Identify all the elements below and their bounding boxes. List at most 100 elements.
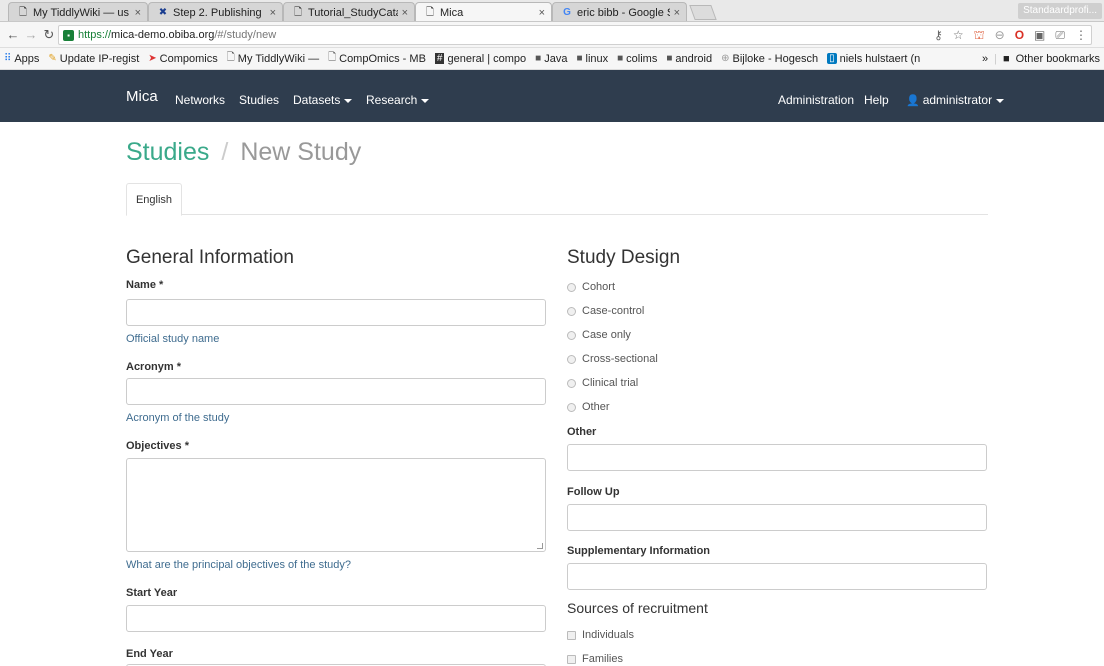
breadcrumb-studies-link[interactable]: Studies — [126, 138, 209, 166]
reload-icon[interactable]: ↻ — [40, 27, 58, 43]
nav-help[interactable]: Help — [864, 93, 889, 107]
page-icon: 🗋 — [425, 7, 435, 18]
bookmark-item[interactable]: 🗋 CompOmics - MB — [328, 50, 426, 67]
back-arrow-icon[interactable]: ← — [4, 27, 22, 42]
bookmark-item[interactable]: ➤ Compomics — [148, 53, 217, 65]
caret-down-icon — [344, 98, 353, 103]
radio-clinical-trial[interactable]: Clinical trial — [567, 377, 638, 389]
close-icon[interactable]: × — [135, 7, 141, 19]
brand-logo[interactable]: Mica — [126, 88, 158, 105]
radio-button[interactable] — [567, 378, 576, 388]
option-label: Cohort — [582, 281, 616, 293]
star-icon[interactable]: ☆ — [953, 28, 964, 44]
nav-research[interactable]: Research — [366, 93, 430, 107]
resize-handle-icon[interactable] — [537, 543, 543, 549]
radio-button[interactable] — [567, 282, 576, 292]
supplementary-information-input[interactable] — [567, 563, 987, 590]
bookmark-item[interactable]: # general | compo — [434, 53, 526, 65]
folder-icon: ■ — [666, 53, 673, 64]
profile-button[interactable]: Standaardprofi... — [1018, 3, 1102, 19]
user-menu[interactable]: 👤 administrator — [906, 93, 1005, 107]
bookmark-label: Bijloke - Hogesch — [732, 52, 819, 65]
bookmark-item[interactable]: ⊕ Bijloke - Hogesch — [721, 53, 818, 65]
opera-icon[interactable]: O — [1015, 28, 1024, 44]
cast-icon[interactable]: ⎚ — [1055, 28, 1065, 44]
radio-button[interactable] — [567, 402, 576, 412]
checkbox[interactable] — [567, 630, 576, 640]
bookmark-item[interactable]: ✎ Update IP-regist — [48, 53, 139, 65]
browser-tab-active[interactable]: 🗋 Mica × — [415, 2, 552, 21]
bookmark-item[interactable]: 🗋 My TiddlyWiki — — [227, 50, 319, 67]
other-input[interactable] — [567, 444, 987, 471]
close-icon[interactable]: × — [402, 7, 408, 19]
radio-case-control[interactable]: Case-control — [567, 305, 644, 317]
address-bar[interactable]: ▪ https://mica-demo.obiba.org/#/study/ne… — [58, 25, 1092, 45]
radio-cross-sectional[interactable]: Cross-sectional — [567, 353, 658, 365]
acronym-help-text: Acronym of the study — [126, 412, 230, 424]
name-input[interactable] — [126, 299, 546, 326]
language-tabs: English — [126, 183, 988, 216]
url-path: /#/study/new — [214, 29, 277, 41]
checkbox-families[interactable]: Families — [567, 653, 623, 665]
option-label: Individuals — [582, 629, 634, 641]
start-year-input[interactable] — [126, 605, 546, 632]
other-bookmarks-button[interactable]: Other bookmarks — [1016, 53, 1100, 65]
nav-networks[interactable]: Networks — [175, 93, 225, 107]
bookmark-folder[interactable]: ■ Java — [535, 53, 567, 65]
tab-title: My TiddlyWiki — us — [33, 6, 129, 19]
nav-datasets[interactable]: Datasets — [293, 93, 353, 107]
browser-tab[interactable]: G eric bibb - Google S × — [552, 2, 687, 21]
nav-datasets-label: Datasets — [293, 93, 341, 107]
close-icon[interactable]: × — [539, 7, 545, 19]
radio-button[interactable] — [567, 354, 576, 364]
url-text: https://mica-demo.obiba.org/#/study/new — [78, 29, 276, 41]
close-icon[interactable]: × — [270, 7, 276, 19]
bookmark-item[interactable]: ▯ niels hulstaert (n — [827, 53, 920, 65]
url-scheme: https:// — [78, 29, 112, 41]
tab-title: eric bibb - Google S — [577, 6, 670, 19]
new-tab-button[interactable] — [689, 5, 717, 20]
forward-arrow-icon[interactable]: → — [22, 27, 40, 42]
bookmark-label: Compomics — [159, 52, 218, 65]
bookmark-label: colims — [626, 52, 658, 65]
objectives-textarea[interactable] — [126, 458, 546, 552]
checkbox-individuals[interactable]: Individuals — [567, 629, 634, 641]
nav-studies[interactable]: Studies — [239, 93, 279, 107]
objectives-label: Objectives * — [126, 440, 189, 452]
radio-case-only[interactable]: Case only — [567, 329, 631, 341]
key-icon[interactable]: ⚷ — [934, 28, 943, 44]
caret-down-icon — [996, 98, 1005, 103]
browser-tab[interactable]: 🗋 Tutorial_StudyCata × — [283, 2, 415, 21]
follow-up-input[interactable] — [567, 504, 987, 531]
radio-cohort[interactable]: Cohort — [567, 281, 615, 293]
option-label: Cross-sectional — [582, 353, 658, 365]
acronym-input[interactable] — [126, 378, 546, 405]
page-icon: 🗋 — [328, 52, 337, 63]
bookmark-folder[interactable]: ■ android — [666, 53, 712, 65]
user-name: administrator — [922, 93, 993, 107]
radio-button[interactable] — [567, 330, 576, 340]
bookmark-apps[interactable]: ⠿ Apps — [4, 53, 39, 65]
tab-english[interactable]: English — [126, 183, 182, 216]
more-bookmarks-button[interactable]: » — [982, 53, 988, 65]
tab-title: Tutorial_StudyCata — [308, 6, 398, 19]
radio-button[interactable] — [567, 306, 576, 316]
checkbox[interactable] — [567, 654, 576, 664]
close-icon[interactable]: × — [674, 7, 680, 19]
nav-administration[interactable]: Administration — [778, 93, 854, 107]
end-year-label: End Year — [126, 648, 173, 660]
radio-other[interactable]: Other — [567, 401, 610, 413]
browser-tab[interactable]: ✖ Step 2. Publishing × — [148, 2, 283, 21]
browser-tab-strip: 🗋 My TiddlyWiki — us × ✖ Step 2. Publish… — [0, 0, 1104, 22]
browser-tab[interactable]: 🗋 My TiddlyWiki — us × — [8, 2, 148, 21]
extension-icon[interactable]: ⛫ — [974, 28, 985, 44]
caret-down-icon — [421, 98, 430, 103]
extension-icon[interactable]: ⊖ — [995, 28, 1005, 44]
bookmark-folder[interactable]: ■ linux — [576, 53, 608, 65]
bookmarks-overflow: » | ■ Other bookmarks — [977, 48, 1100, 69]
menu-icon[interactable]: ⋮ — [1075, 28, 1087, 44]
acronym-label: Acronym * — [126, 361, 182, 373]
pocket-icon[interactable]: ▣ — [1034, 28, 1045, 44]
option-label: Clinical trial — [582, 377, 639, 389]
bookmark-folder[interactable]: ■ colims — [617, 53, 657, 65]
